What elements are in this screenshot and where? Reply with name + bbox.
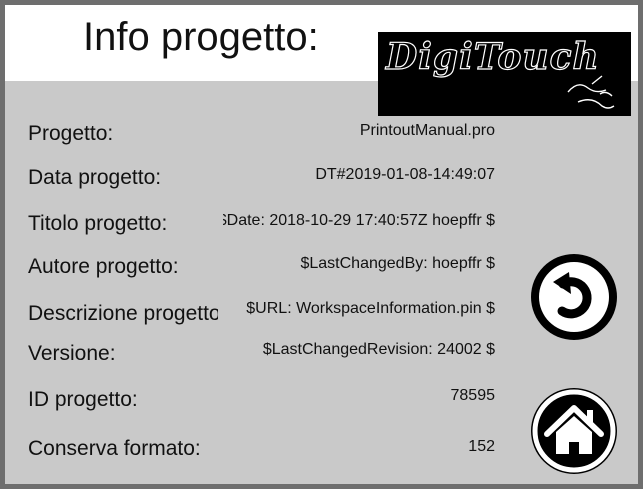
row-label-conserva: Conserva formato: [28, 437, 201, 460]
row-value-autore: $LastChangedBy: hoepffr $ [300, 255, 495, 272]
row-label-data: Data progetto: [28, 166, 162, 189]
row-value-versione: $LastChangedRevision: 24002 $ [262, 341, 495, 358]
row-label-descrizione: Descrizione progetto: [28, 302, 218, 325]
row-value-titolo: $Date: 2018-10-29 17:40:57Z hoepffr $ [223, 212, 495, 229]
row-value-descrizione: $URL: WorkspaceInformation.pin $ [246, 300, 495, 317]
home-icon [532, 389, 616, 473]
row-label-id: ID progetto: [28, 388, 138, 411]
page-title: Info progetto: [83, 15, 319, 59]
row-value-id: 78595 [450, 387, 496, 404]
hand-touch-icon [567, 75, 615, 109]
row-value-progetto: PrintoutManual.pro [359, 122, 495, 139]
row-label-titolo: Titolo progetto: [28, 212, 168, 235]
info-panel: Info progetto: DigiTouch Progetto: Print… [5, 5, 638, 484]
row-value-conserva: 152 [468, 438, 495, 455]
back-arrow-icon [539, 262, 609, 332]
row-label-autore: Autore progetto: [28, 255, 179, 278]
digitouch-logo: DigiTouch [378, 32, 631, 116]
row-label-versione: Versione: [28, 342, 116, 365]
row-value-data: DT#2019-01-08-14:49:07 [315, 166, 495, 183]
row-label-progetto: Progetto: [28, 122, 114, 145]
home-button[interactable] [531, 388, 617, 474]
back-button[interactable] [531, 254, 617, 340]
